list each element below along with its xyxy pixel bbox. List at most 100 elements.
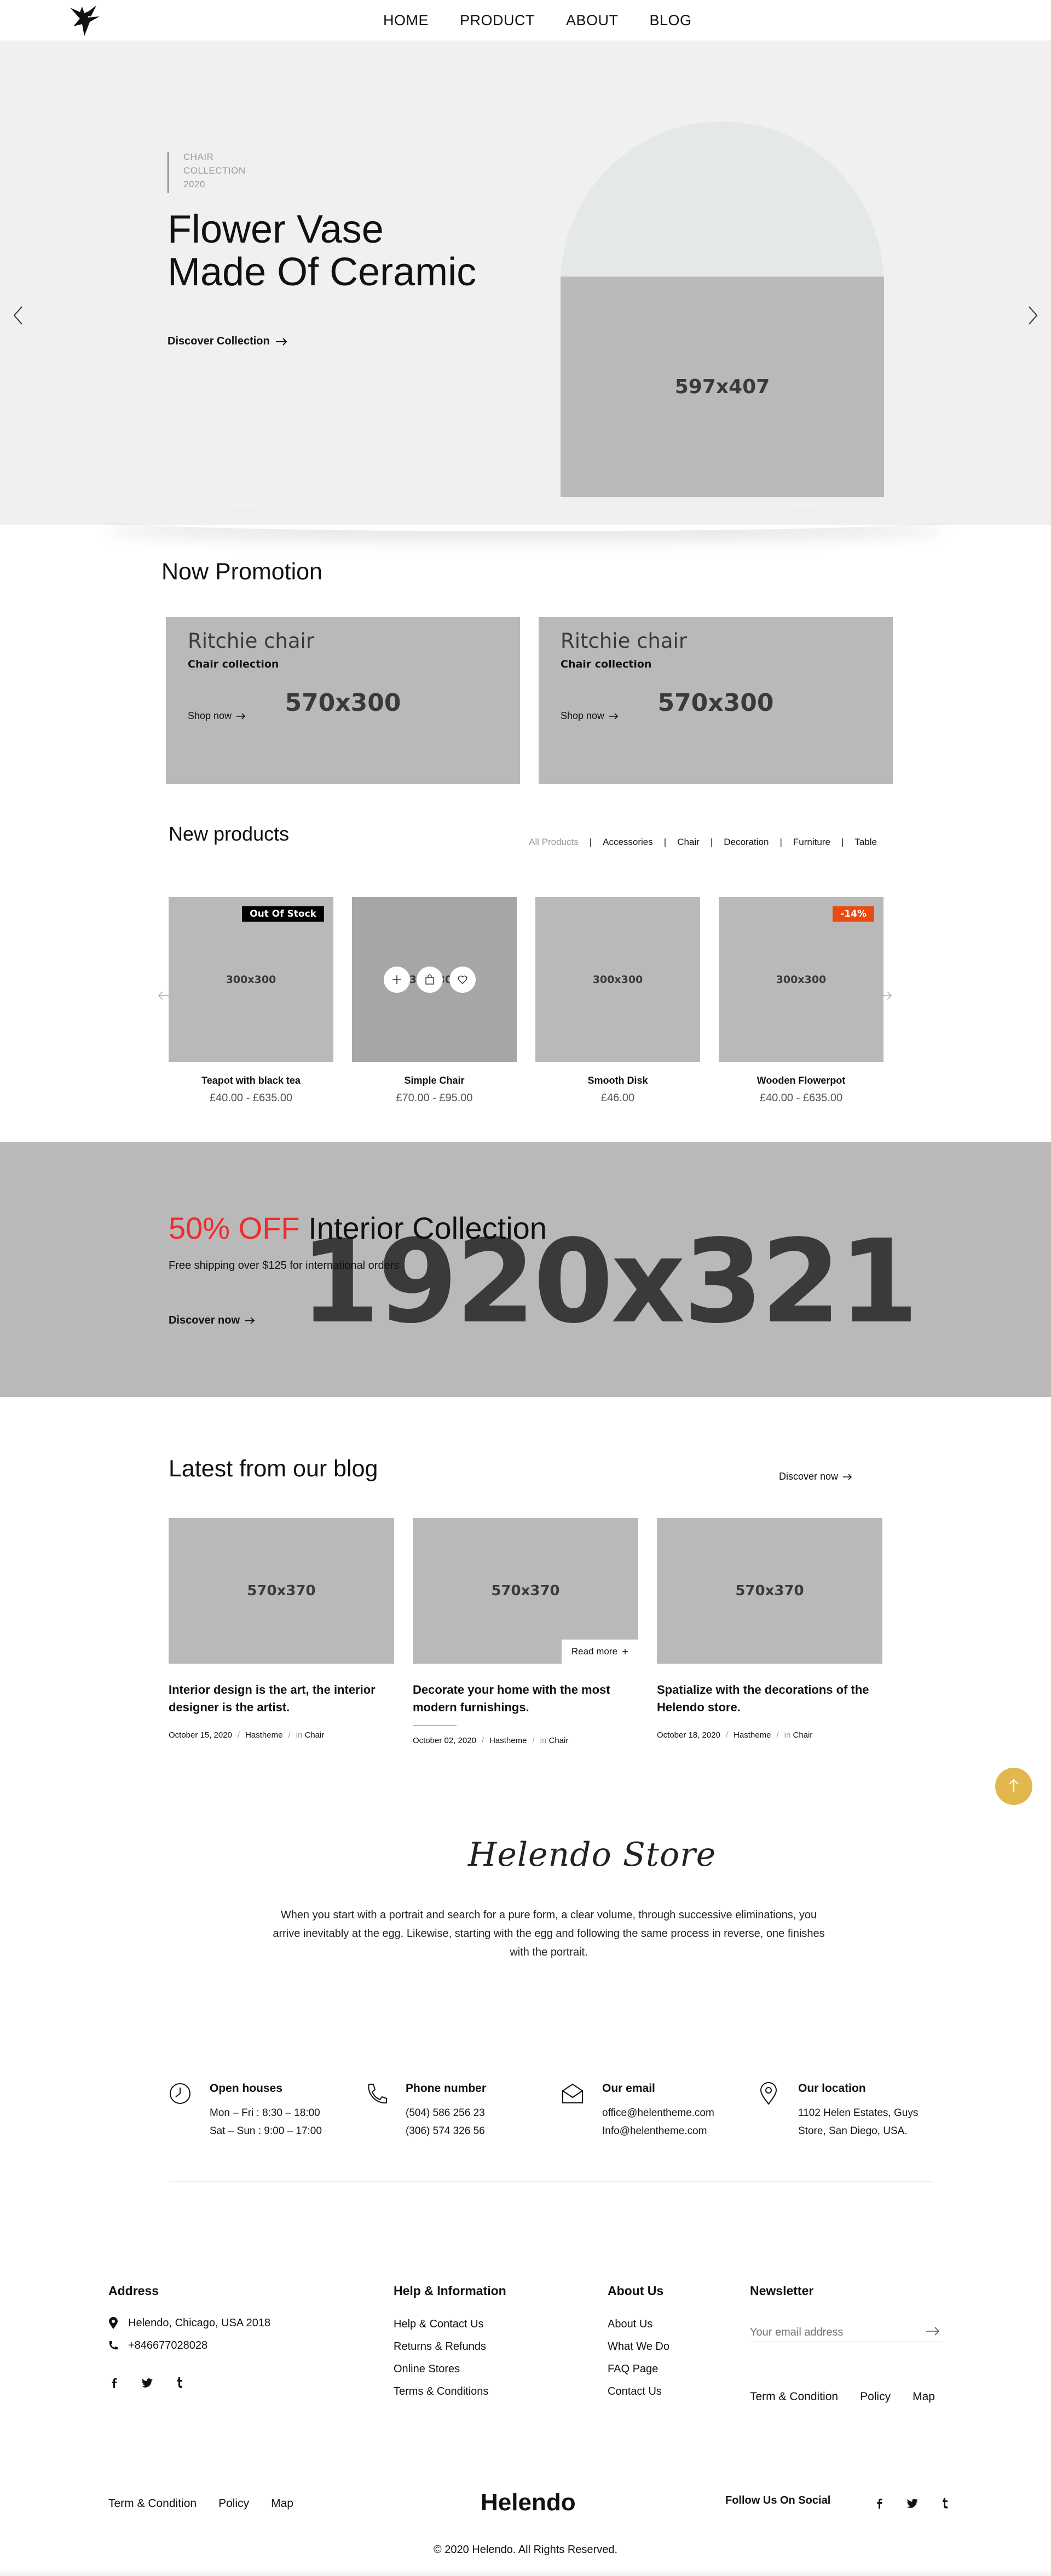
product-image[interactable]: 300x300 Out Of Stock [169, 897, 333, 1062]
nav-about[interactable]: ABOUT [566, 12, 619, 29]
filter-accessories[interactable]: Accessories [603, 837, 653, 848]
facebook-icon[interactable] [874, 2497, 886, 2509]
promo-card[interactable]: 570x300 Ritchie chair Chair collection S… [166, 617, 520, 784]
hero-tag-divider [168, 152, 169, 193]
product-name[interactable]: Wooden Flowerpot [719, 1075, 883, 1086]
read-more-button[interactable]: Read more [561, 1640, 638, 1664]
blog-post-author[interactable]: Hastheme [245, 1730, 282, 1740]
footer-link-terms[interactable]: Term & Condition [750, 2390, 838, 2404]
blog-post-author[interactable]: Hastheme [734, 1730, 771, 1740]
quick-view-bag-icon[interactable] [417, 967, 443, 993]
footer-phone-text[interactable]: +846677028028 [128, 2338, 207, 2353]
footer-help-link[interactable]: Returns & Refunds [394, 2336, 488, 2358]
twitter-icon[interactable] [906, 2497, 919, 2509]
product-card[interactable]: 300x300 Out Of Stock Teapot with black t… [169, 897, 333, 1105]
filter-decoration[interactable]: Decoration [724, 837, 769, 848]
footer-brand-logo[interactable]: Helendo [481, 2489, 576, 2516]
offer-discover-link[interactable]: Discover now [169, 1314, 255, 1327]
promo-shop-now[interactable]: Shop now [188, 710, 246, 722]
filter-table[interactable]: Table [854, 837, 877, 848]
blog-post-author[interactable]: Hastheme [489, 1736, 527, 1745]
scroll-to-top-button[interactable] [995, 1768, 1032, 1805]
product-name[interactable]: Smooth Disk [535, 1075, 700, 1086]
blog-discover-link[interactable]: Discover now [779, 1471, 852, 1482]
promo-name: Ritchie chair [561, 629, 688, 653]
blog-post-card[interactable]: 570x370 Spatialize with the decorations … [657, 1518, 882, 1740]
twitter-icon[interactable] [141, 2377, 153, 2389]
tumblr-icon[interactable] [174, 2377, 186, 2389]
promo-shop-now[interactable]: Shop now [561, 710, 619, 722]
promo-image-label: 570x300 [285, 689, 401, 717]
blog-post-image[interactable]: 570x370 [169, 1518, 394, 1664]
blog-post-title[interactable]: Spatialize with the decorations of the H… [657, 1681, 882, 1716]
hero-image-placeholder: 597x407 [561, 277, 884, 497]
product-image[interactable]: 300x300 [352, 897, 517, 1062]
product-image-label: 300x300 [776, 973, 827, 986]
blog-post-image[interactable]: 570x370 [657, 1518, 882, 1664]
footer-about-link[interactable]: Contact Us [608, 2381, 669, 2403]
footer-about-link[interactable]: FAQ Page [608, 2358, 669, 2381]
product-price: £40.00 - £635.00 [759, 1092, 843, 1104]
filter-chair[interactable]: Chair [677, 837, 700, 848]
filter-furniture[interactable]: Furniture [793, 837, 830, 848]
product-image[interactable]: 300x300 [535, 897, 700, 1062]
blog-post-category[interactable]: Chair [793, 1730, 813, 1740]
product-card[interactable]: 300x300 Simple Chair £70.00 - £95.00 [352, 897, 517, 1105]
blog-post-card[interactable]: 570x370 Interior design is the art, the … [169, 1518, 394, 1740]
blog-post-category[interactable]: Chair [305, 1730, 325, 1740]
footer-link-map[interactable]: Map [271, 2497, 293, 2510]
read-more-label: Read more [571, 1646, 617, 1657]
footer-phone[interactable]: +846677028028 [108, 2338, 207, 2353]
footer-about-link[interactable]: What We Do [608, 2336, 669, 2358]
nav-home[interactable]: HOME [383, 12, 429, 29]
blog-title-underline [413, 1725, 457, 1726]
contact-line[interactable]: (504) 586 256 23 [406, 2104, 485, 2122]
blog-post-meta: October 18, 2020 / Hastheme / in Chair [657, 1730, 882, 1740]
add-plus-icon[interactable] [384, 967, 410, 993]
slider-next-icon[interactable] [1025, 304, 1041, 326]
blog-post-card[interactable]: 570x370 Read more Decorate your home wit… [413, 1518, 638, 1745]
newsletter-submit-arrow-icon[interactable] [925, 2325, 940, 2337]
contact-line[interactable]: Info@helentheme.com [602, 2122, 707, 2140]
footer-help-link[interactable]: Online Stores [394, 2358, 488, 2381]
blog-section-title: Latest from our blog [169, 1456, 378, 1482]
blog-post-title[interactable]: Decorate your home with the most modern … [413, 1681, 638, 1716]
footer-link-terms[interactable]: Term & Condition [108, 2497, 197, 2510]
phone-icon [365, 2082, 388, 2105]
map-pin-icon [757, 2082, 780, 2105]
footer-help-title: Help & Information [394, 2284, 506, 2298]
hero-tag-line: COLLECTION [183, 165, 246, 176]
footer-link-policy[interactable]: Policy [218, 2497, 249, 2510]
product-image-label: 300x300 [226, 973, 276, 986]
facebook-icon[interactable] [108, 2377, 120, 2389]
contact-line[interactable]: (306) 574 326 56 [406, 2122, 485, 2140]
offer-title: Interior Collection [308, 1211, 547, 1245]
product-card[interactable]: 300x300 -14% Wooden Flowerpot £40.00 - £… [719, 897, 883, 1105]
arrow-right-icon [609, 712, 619, 720]
promo-card[interactable]: 570x300 Ritchie chair Chair collection S… [539, 617, 893, 784]
footer-link-policy[interactable]: Policy [860, 2390, 891, 2404]
nav-product[interactable]: PRODUCT [460, 12, 535, 29]
wishlist-heart-icon[interactable] [449, 967, 476, 993]
newsletter-email-input[interactable] [750, 2324, 942, 2342]
product-name[interactable]: Teapot with black tea [169, 1075, 333, 1086]
filter-separator: | [663, 837, 667, 847]
product-card[interactable]: 300x300 Smooth Disk £46.00 [535, 897, 700, 1105]
blog-post-image[interactable]: 570x370 Read more [413, 1518, 638, 1664]
footer-about-link[interactable]: About Us [608, 2313, 669, 2336]
filter-separator: | [841, 837, 844, 847]
logo-bird-icon[interactable] [68, 4, 104, 38]
tumblr-icon[interactable] [939, 2497, 951, 2509]
footer-link-map[interactable]: Map [913, 2390, 935, 2404]
product-image[interactable]: 300x300 -14% [719, 897, 883, 1062]
blog-post-category[interactable]: Chair [549, 1736, 569, 1745]
footer-help-link[interactable]: Terms & Conditions [394, 2381, 488, 2403]
footer-help-link[interactable]: Help & Contact Us [394, 2313, 488, 2336]
contact-line[interactable]: office@helentheme.com [602, 2104, 714, 2122]
product-name[interactable]: Simple Chair [352, 1075, 517, 1086]
nav-blog[interactable]: BLOG [650, 12, 692, 29]
filter-all-products[interactable]: All Products [529, 837, 579, 848]
blog-post-title[interactable]: Interior design is the art, the interior… [169, 1681, 394, 1716]
discover-collection-link[interactable]: Discover Collection [168, 335, 287, 348]
slider-prev-icon[interactable] [10, 304, 26, 326]
